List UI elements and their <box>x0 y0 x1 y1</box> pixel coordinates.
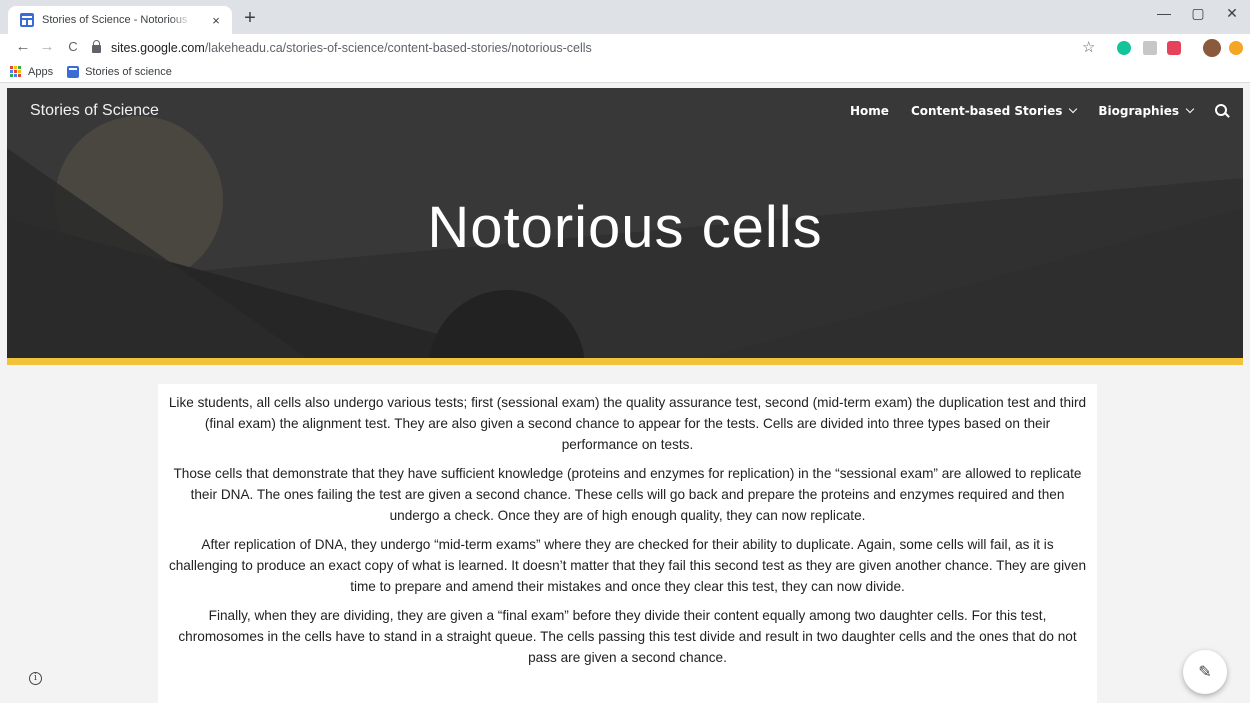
tab-strip: Stories of Science - Notorious cells × +… <box>0 0 1250 34</box>
grammarly-extension-icon[interactable] <box>1117 41 1131 55</box>
reload-button[interactable]: C <box>64 38 82 56</box>
bookmark-apps[interactable]: Apps <box>28 66 53 78</box>
pocket-extension-icon[interactable] <box>1167 41 1181 55</box>
site-header: Stories of Science Home Content-based St… <box>7 88 1243 358</box>
extension-icon[interactable] <box>1143 41 1157 55</box>
paragraph: After replication of DNA, they undergo “… <box>168 537 1087 594</box>
nav-home[interactable]: Home <box>850 104 889 118</box>
pencil-icon: ✎ <box>1198 664 1212 681</box>
google-sites-icon <box>20 13 34 27</box>
search-icon[interactable] <box>1215 104 1229 118</box>
profile-avatar[interactable] <box>1203 39 1221 57</box>
site-navigation: Home Content-based Stories Biographies <box>828 104 1229 118</box>
tab-close-button[interactable]: × <box>208 13 224 28</box>
google-sites-icon <box>67 65 80 78</box>
info-icon[interactable]: i <box>29 672 42 685</box>
nav-biographies-label: Biographies <box>1098 104 1179 118</box>
paragraph: Like students, all cells also undergo va… <box>168 395 1087 452</box>
url-text: sites.google.com/lakeheadu.ca/stories-of… <box>111 41 592 55</box>
header-accent-band <box>7 358 1243 365</box>
bookmark-stories-of-science[interactable]: Stories of science <box>85 66 172 78</box>
paragraph: Those cells that demonstrate that they h… <box>173 466 1082 523</box>
edit-button[interactable]: ✎ <box>1183 650 1227 694</box>
forward-button[interactable]: → <box>38 38 56 56</box>
new-tab-button[interactable]: + <box>238 8 262 28</box>
url-path: /lakeheadu.ca/stories-of-science/content… <box>204 40 592 55</box>
main-content: Like students, all cells also undergo va… <box>158 384 1097 703</box>
paragraph: Finally, when they are dividing, they ar… <box>178 608 1077 665</box>
lock-icon <box>92 40 101 53</box>
nav-content-based-stories-label: Content-based Stories <box>910 104 1063 118</box>
tab-title: Stories of Science - Notorious cells <box>42 14 192 26</box>
url-host: sites.google.com <box>111 40 205 55</box>
nav-biographies[interactable]: Biographies <box>1098 104 1195 118</box>
nav-home-label: Home <box>850 104 889 118</box>
chevron-down-icon <box>1069 104 1078 114</box>
browser-toolbar: ← → C sites.google.com/lakeheadu.ca/stor… <box>0 34 1250 61</box>
browser-tab[interactable]: Stories of Science - Notorious cells × <box>8 6 232 34</box>
page-title: Notorious cells <box>427 195 823 260</box>
back-button[interactable]: ← <box>14 38 32 56</box>
maximize-button[interactable]: ▢ <box>1180 5 1216 22</box>
minimize-button[interactable]: — <box>1146 5 1182 21</box>
site-title[interactable]: Stories of Science <box>30 102 159 120</box>
address-bar[interactable]: sites.google.com/lakeheadu.ca/stories-of… <box>92 37 1112 58</box>
bookmark-star-icon[interactable]: ☆ <box>1082 38 1095 56</box>
bookmarks-bar: Apps Stories of science <box>0 61 1250 83</box>
window-close-button[interactable]: ✕ <box>1214 5 1250 22</box>
apps-grid-icon <box>10 65 22 78</box>
chevron-down-icon <box>1185 104 1195 114</box>
nav-content-based-stories[interactable]: Content-based Stories <box>910 104 1078 118</box>
extension-orange-icon[interactable] <box>1229 41 1243 55</box>
